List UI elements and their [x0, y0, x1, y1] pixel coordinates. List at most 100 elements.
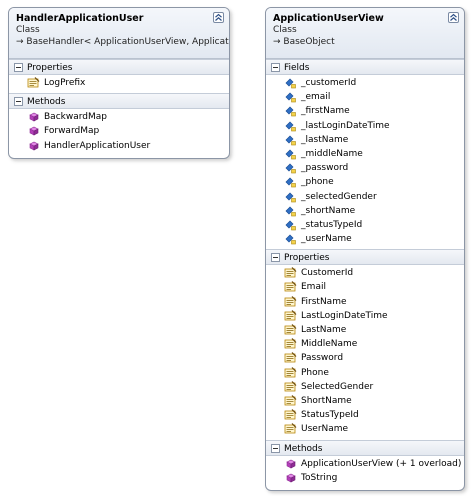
collapse-minus-icon[interactable] [271, 63, 280, 72]
property-icon [284, 338, 297, 350]
class-box-applicationuserview[interactable]: ApplicationUserView Class → BaseObject F… [265, 7, 465, 491]
member-name: CustomerId [301, 268, 354, 279]
field-icon [284, 120, 297, 132]
member-item[interactable]: HandlerApplicationUser [9, 139, 229, 153]
member-item[interactable]: ApplicationUserView (+ 1 overload) [266, 457, 464, 471]
member-item[interactable]: MiddleName [266, 337, 464, 351]
field-icon [284, 176, 297, 188]
member-item[interactable]: _statusTypeId [266, 218, 464, 232]
member-name: _middleName [301, 148, 363, 159]
member-list: _customerId _email _firstName _lastLoginDat… [266, 75, 464, 249]
property-icon [284, 309, 297, 322]
member-name: ShortName [301, 395, 352, 406]
section-header-methods[interactable]: Methods [9, 93, 229, 110]
property-icon [284, 324, 297, 336]
member-name: LastName [301, 325, 347, 335]
member-item[interactable]: _userName [266, 232, 464, 246]
member-list: BackwardMap ForwardMap HandlerApplicationU… [9, 109, 229, 156]
member-item[interactable]: StatusTypeId [266, 408, 464, 422]
member-name: _customerId [301, 78, 357, 88]
section-title: Properties [27, 63, 73, 73]
property-icon [284, 352, 297, 364]
method-icon [284, 472, 297, 484]
class-box-handlerapplicationuser[interactable]: HandlerApplicationUser Class → BaseHandl… [8, 7, 230, 159]
member-item[interactable]: UserName [266, 422, 464, 436]
method-icon [27, 111, 40, 123]
field-icon [284, 105, 297, 117]
member-name: LogPrefix [44, 78, 86, 88]
member-name: ForwardMap [44, 126, 100, 137]
class-base-type: → BaseHandler< ApplicationUserView, Appl… [16, 37, 229, 47]
field-icon [284, 205, 297, 217]
member-name: _email [301, 92, 331, 103]
member-name: SelectedGender [301, 381, 374, 392]
member-item[interactable]: _lastLoginDateTime [266, 119, 464, 133]
member-item[interactable]: LastName [266, 323, 464, 337]
property-icon [284, 380, 297, 393]
member-name: _userName [301, 234, 352, 245]
member-item[interactable]: BackwardMap [9, 110, 229, 124]
member-item[interactable]: ForwardMap [9, 124, 229, 138]
member-item[interactable]: _shortName [266, 204, 464, 218]
field-icon [284, 91, 297, 103]
collapse-minus-icon[interactable] [14, 63, 23, 72]
member-name: _statusTypeId [301, 219, 363, 230]
property-icon [284, 295, 297, 308]
class-kind: Class [273, 25, 297, 35]
member-item[interactable]: _customerId [266, 76, 464, 90]
section-title: Methods [284, 443, 323, 454]
section-header-methods[interactable]: Methods [266, 439, 464, 456]
property-icon [284, 395, 297, 407]
member-name: _password [301, 163, 349, 174]
member-item[interactable]: _middleName [266, 147, 464, 161]
member-name: _shortName [301, 205, 356, 216]
member-item[interactable]: _lastName [266, 133, 464, 147]
property-icon [284, 423, 297, 435]
member-item[interactable]: Email [266, 280, 464, 294]
member-item[interactable]: _selectedGender [266, 190, 464, 204]
member-item[interactable]: LastLoginDateTime [266, 309, 464, 323]
property-icon [284, 267, 297, 279]
field-icon [284, 162, 297, 174]
property-icon [284, 366, 297, 379]
section-header-properties[interactable]: Properties [266, 249, 464, 266]
class-name: HandlerApplicationUser [16, 13, 144, 24]
member-list: ApplicationUserView (+ 1 overload) ToStri… [266, 456, 464, 488]
member-item[interactable]: LogPrefix [9, 76, 229, 90]
collapse-chevron-icon[interactable] [448, 12, 459, 23]
property-icon [284, 281, 297, 293]
section-title: Properties [284, 253, 330, 264]
section-header-fields[interactable]: Fields [266, 59, 464, 75]
member-name: HandlerApplicationUser [44, 140, 151, 151]
member-name: _lastLoginDateTime [301, 120, 390, 131]
class-name: ApplicationUserView [273, 13, 384, 24]
collapse-chevron-icon[interactable] [213, 12, 224, 23]
member-item[interactable]: _phone [266, 175, 464, 189]
field-icon [284, 77, 297, 89]
member-item[interactable]: ShortName [266, 394, 464, 408]
section-title: Fields [284, 63, 310, 73]
section-header-properties[interactable]: Properties [9, 59, 229, 75]
member-item[interactable]: _password [266, 161, 464, 175]
member-item[interactable]: ToString [266, 471, 464, 485]
class-header: ApplicationUserView Class → BaseObject [266, 8, 464, 59]
method-icon [27, 140, 40, 152]
member-name: _selectedGender [301, 191, 377, 202]
member-item[interactable]: Phone [266, 366, 464, 380]
member-item[interactable]: FirstName [266, 295, 464, 309]
collapse-minus-icon[interactable] [271, 443, 280, 453]
member-item[interactable]: Password [266, 351, 464, 365]
collapse-minus-icon[interactable] [271, 253, 280, 263]
member-item[interactable]: SelectedGender [266, 380, 464, 394]
member-name: FirstName [301, 296, 347, 307]
member-name: UserName [301, 424, 349, 435]
member-item[interactable]: CustomerId [266, 266, 464, 280]
collapse-minus-icon[interactable] [14, 97, 23, 107]
field-icon [284, 219, 297, 231]
property-icon [27, 77, 40, 89]
member-item[interactable]: _firstName [266, 104, 464, 118]
class-kind: Class [16, 25, 40, 35]
member-list: LogPrefix [9, 75, 229, 93]
member-item[interactable]: _email [266, 90, 464, 104]
property-icon [284, 409, 297, 421]
